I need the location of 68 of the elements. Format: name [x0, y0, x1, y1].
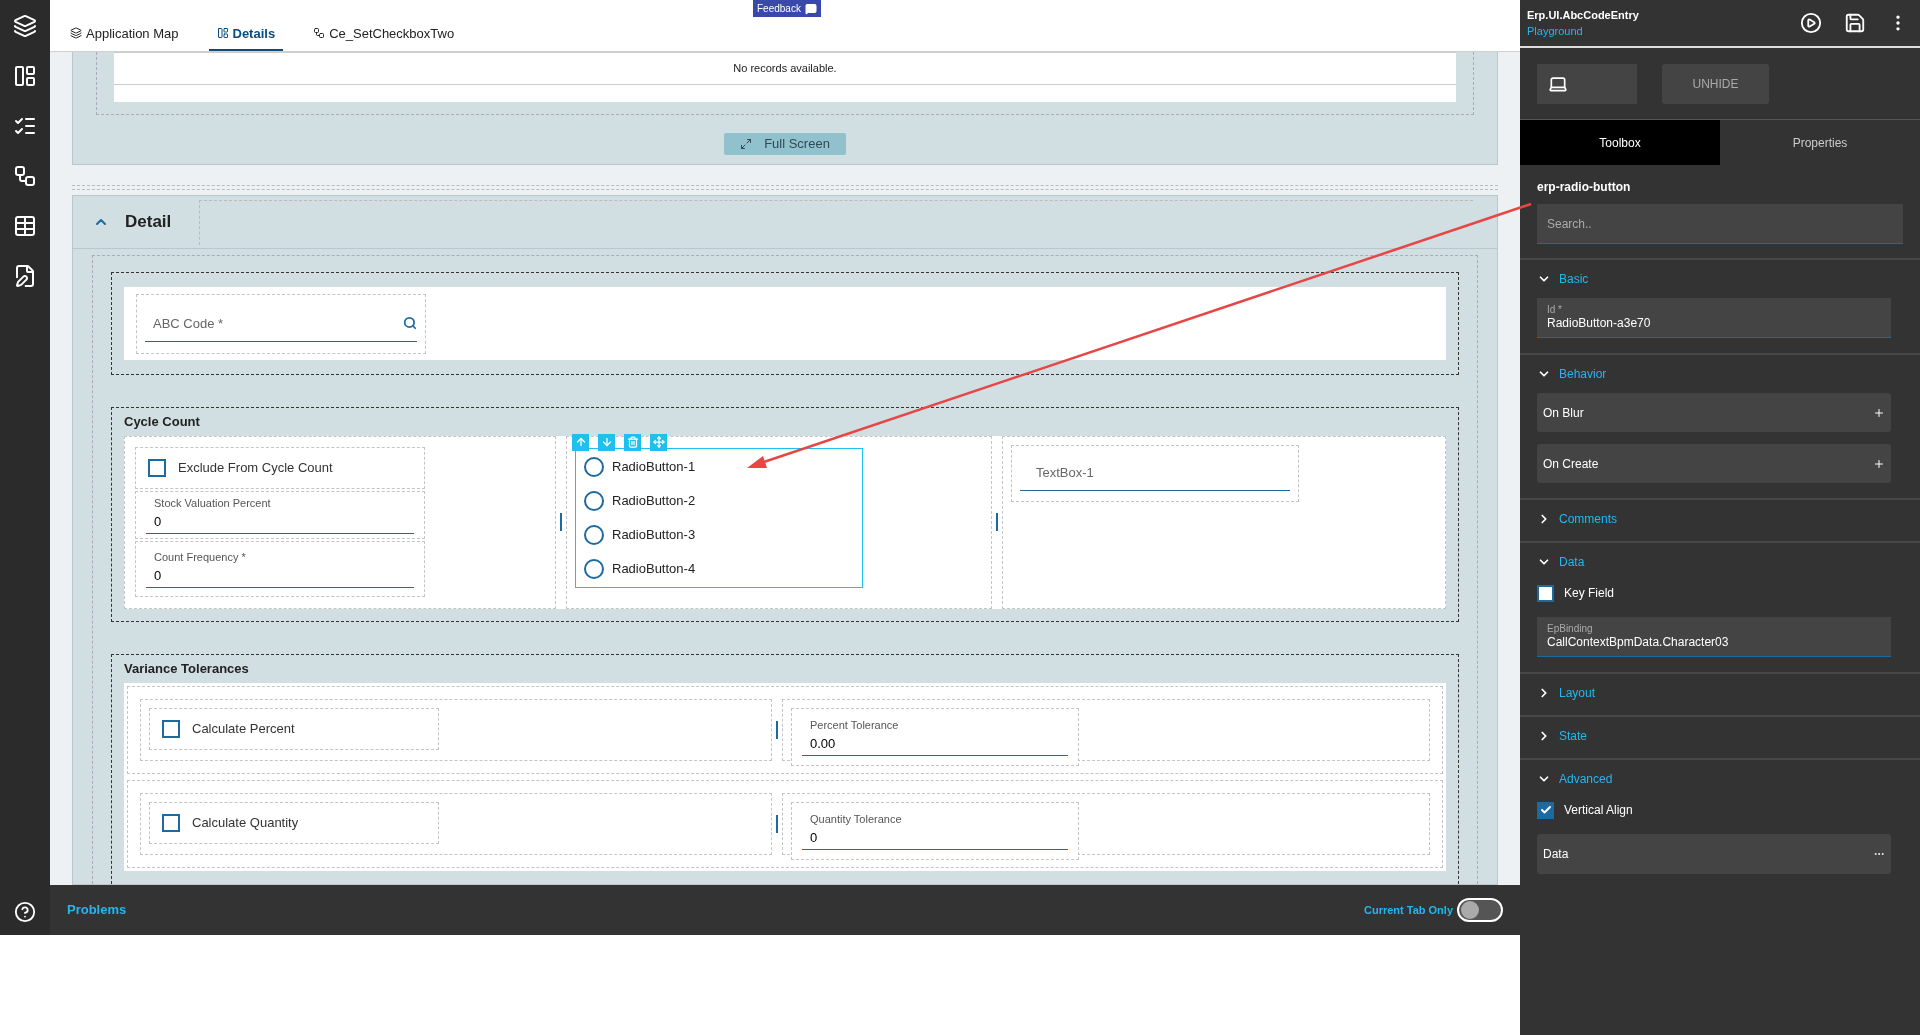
data-button[interactable]: Data [1537, 834, 1891, 874]
event-button[interactable]: On Blur [1537, 393, 1891, 432]
checkbox[interactable]: Exclude From Cycle Count [148, 457, 333, 478]
property-checkbox[interactable]: Key Field [1537, 581, 1903, 605]
field-label: Quantity Tolerance [809, 812, 903, 827]
add-icon [1873, 457, 1885, 470]
panel-tab[interactable]: Toolbox [1520, 120, 1720, 165]
layout-icon [216, 27, 229, 40]
check-icon [1539, 804, 1552, 816]
tab[interactable]: Application Map [62, 23, 187, 51]
message-icon [804, 2, 817, 15]
field-label: Stock Valuation Percent [153, 496, 272, 511]
problems-link[interactable]: Problems [67, 900, 127, 920]
abc-code-field[interactable]: ABC Code * [145, 306, 403, 340]
radio-button[interactable]: RadioButton-2 [584, 482, 854, 517]
unhide-button[interactable]: UNHIDE [1662, 63, 1769, 104]
number-field[interactable]: 0 [146, 511, 414, 534]
field-label: Percent Tolerance [809, 718, 900, 733]
textbox-field[interactable]: TextBox-1 [1020, 455, 1290, 491]
checkbox[interactable]: Calculate Quantity [162, 812, 299, 833]
save-icon[interactable] [1844, 12, 1866, 34]
section-header[interactable]: Data [1520, 543, 1920, 581]
full-screen-button[interactable]: Full Screen [724, 133, 846, 155]
help-icon[interactable] [14, 901, 36, 923]
event-button[interactable]: On Create [1537, 444, 1891, 483]
section-header[interactable]: Layout [1520, 674, 1920, 712]
toggle-label: Current Tab Only [1363, 902, 1453, 918]
feedback-button[interactable]: Feedback [753, 0, 821, 17]
toggle-switch[interactable] [1457, 898, 1503, 922]
property-field[interactable]: EpBinding CallContextBpmData.Character03 [1537, 617, 1891, 657]
workflow-icon [313, 27, 326, 40]
search-field[interactable]: Search.. [1537, 204, 1903, 244]
form-title: Erp.UI.AbcCodeEntry [1527, 7, 1639, 23]
radio-button[interactable]: RadioButton-4 [584, 550, 854, 585]
component-name: erp-radio-button [1536, 179, 1632, 196]
empty-message: No records available. [114, 52, 1456, 85]
checkbox[interactable]: Calculate Percent [162, 718, 295, 739]
section-header[interactable]: Comments [1520, 500, 1920, 538]
property-field[interactable]: Id * RadioButton-a3e70 [1537, 298, 1891, 338]
workflow-icon[interactable] [13, 164, 37, 188]
file-edit-icon[interactable] [13, 264, 37, 288]
section-title: Cycle Count [124, 413, 201, 431]
field-label: Count Frequency * [153, 550, 247, 565]
radio-button[interactable]: RadioButton-3 [584, 516, 854, 551]
device-button[interactable] [1537, 63, 1637, 104]
add-icon [1873, 406, 1885, 419]
form-subtitle: Playground [1527, 24, 1584, 39]
number-field[interactable]: 0.00 [802, 733, 1068, 756]
section-header[interactable]: Basic [1520, 260, 1920, 298]
layers-icon[interactable] [13, 14, 37, 38]
tab[interactable]: Details [208, 23, 284, 51]
layout-icon[interactable] [13, 64, 37, 88]
textbox-control[interactable]: TextBox-1 [1011, 444, 1299, 502]
section-title: Variance Tolerances [124, 660, 250, 678]
section-header[interactable]: State [1520, 717, 1920, 755]
search-icon[interactable] [403, 316, 417, 330]
layers-icon [70, 27, 82, 40]
run-icon[interactable] [1800, 12, 1822, 34]
property-checkbox[interactable]: Vertical Align [1537, 798, 1903, 822]
number-field[interactable]: 0 [802, 827, 1068, 850]
abc-code-control[interactable]: ABC Code * [136, 293, 426, 354]
table-icon[interactable] [13, 214, 37, 238]
section-header[interactable]: Behavior [1520, 355, 1920, 393]
detail-header[interactable]: Detail [73, 209, 192, 235]
expand-icon [740, 138, 753, 150]
tab[interactable]: Ce_SetCheckboxTwo [305, 23, 463, 51]
section-header[interactable]: Advanced [1520, 760, 1920, 798]
number-field[interactable]: 0 [146, 565, 414, 588]
